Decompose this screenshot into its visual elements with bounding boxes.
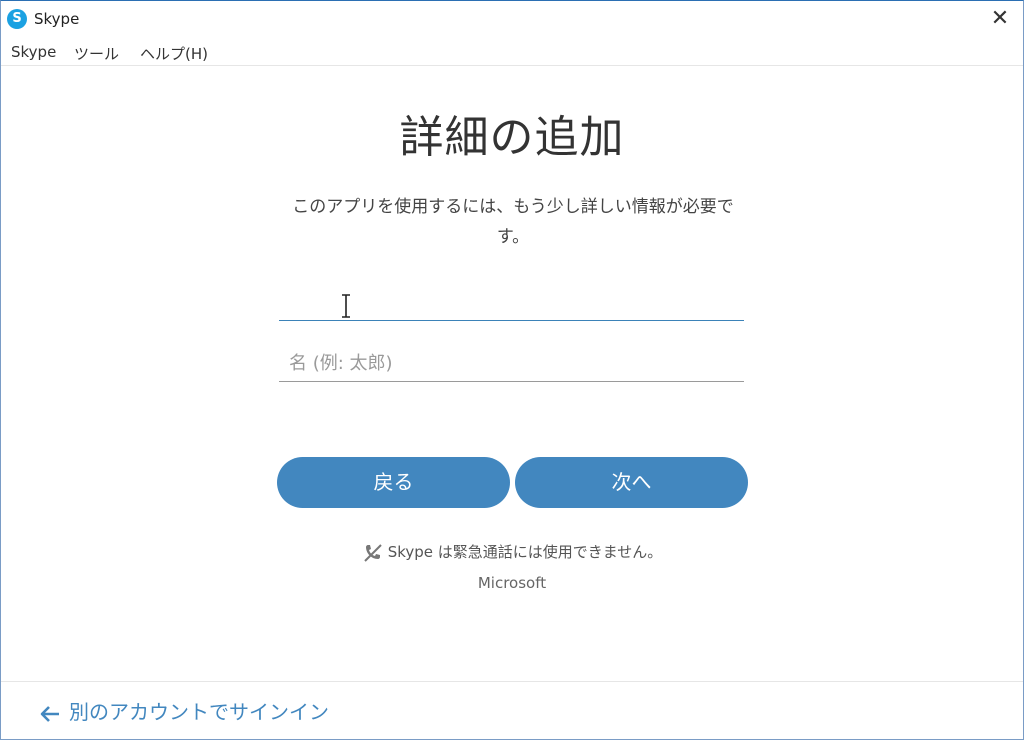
- first-name-input[interactable]: [279, 346, 744, 382]
- no-emergency-call-icon: [363, 543, 382, 562]
- skype-window: S Skype ✕ Skype ツール ヘルプ(H) 詳細の追加 このアプリを使…: [0, 0, 1024, 740]
- window-title: Skype: [34, 10, 80, 28]
- description-text: このアプリを使用するには、もう少し詳しい情報が必要です。: [292, 197, 734, 247]
- microsoft-label: Microsoft: [477, 574, 547, 592]
- menu-item-help[interactable]: ヘルプ(H): [140, 43, 208, 64]
- menu-item-tools[interactable]: ツール: [74, 43, 119, 64]
- menu-bar: Skype ツール ヘルプ(H): [1, 39, 1023, 66]
- footer-divider: [1, 681, 1023, 682]
- menu-item-skype[interactable]: Skype: [11, 43, 56, 61]
- arrow-left-icon: [40, 705, 59, 722]
- emergency-notice: Skype は緊急通話には使用できません。: [1, 541, 1023, 564]
- title-bar: S Skype ✕: [1, 1, 1023, 39]
- sign-in-other-account-link[interactable]: 別のアカウントでサインイン: [39, 696, 329, 725]
- next-button[interactable]: 次へ: [515, 457, 748, 508]
- close-button[interactable]: ✕: [983, 3, 1017, 35]
- sign-in-other-account-label: 別のアカウントでサインイン: [69, 700, 329, 724]
- skype-logo-icon: S: [7, 9, 27, 29]
- back-button[interactable]: 戻る: [277, 457, 510, 508]
- emergency-notice-text: Skype は緊急通話には使用できません。: [387, 543, 663, 561]
- text-cursor-icon: [342, 294, 350, 318]
- page-title: 詳細の追加: [399, 112, 625, 163]
